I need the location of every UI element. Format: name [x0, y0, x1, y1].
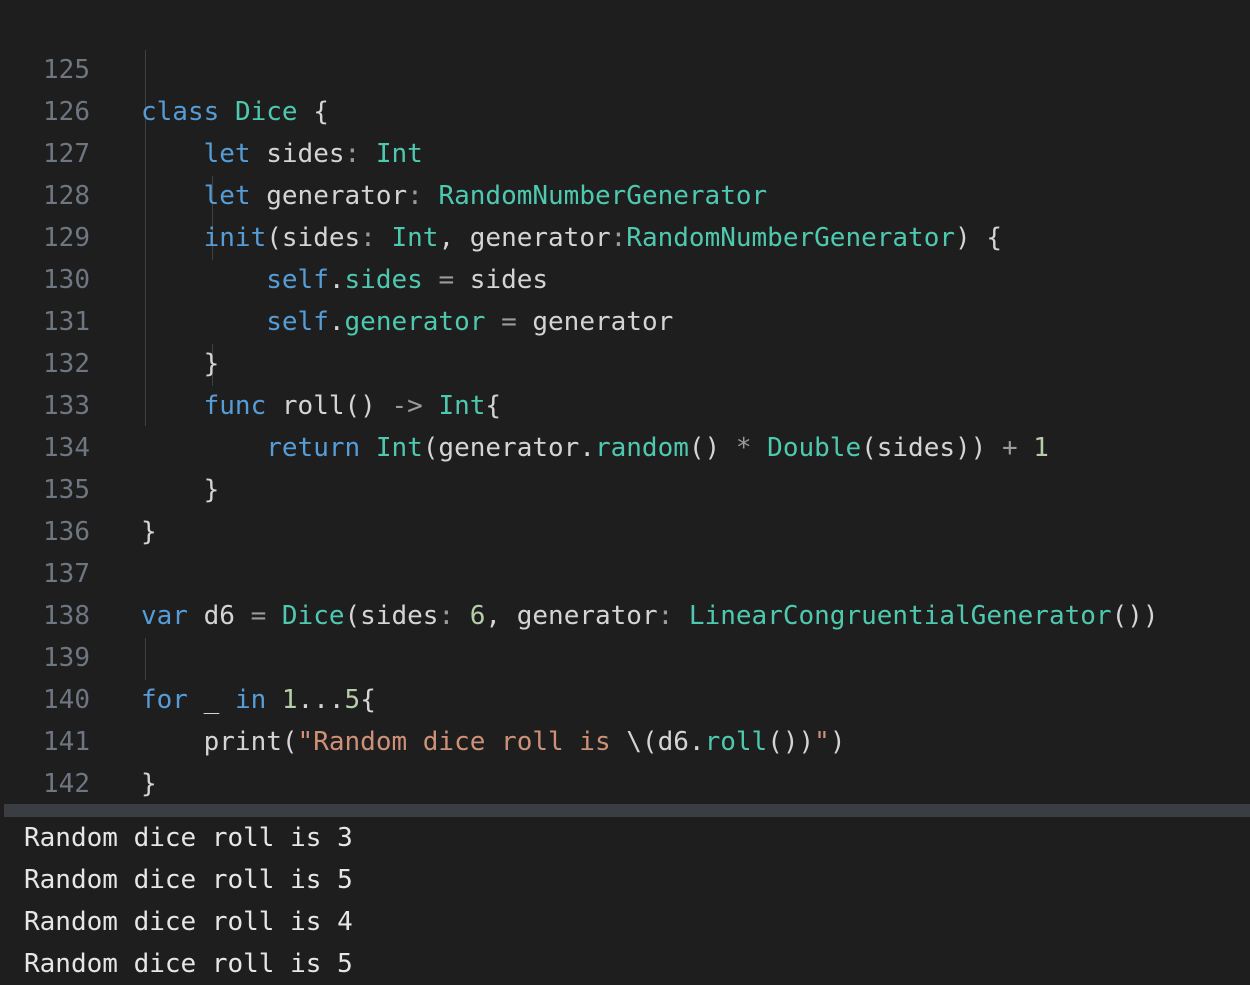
code-line: 138	[4, 553, 90, 631]
code-line: 130 self.generator = generator	[4, 217, 673, 337]
code-line: 136	[4, 469, 90, 547]
console-line: Random dice roll is 5	[24, 949, 353, 979]
code-editor[interactable]: 125 class Dice { 126 let sides: Int 127 …	[4, 0, 1250, 841]
code-line: 131 }	[4, 259, 219, 379]
code-line: 128 init(sides: Int, generator:RandomNum…	[4, 133, 1002, 253]
code-text: let sides: Int	[203, 139, 423, 169]
code-text: print("Random dice roll is \(d6.roll())"…	[141, 727, 846, 757]
code-line: 142	[4, 721, 90, 799]
code-text: self.sides = sides	[266, 265, 549, 295]
code-text: func roll() -> Int{	[203, 391, 502, 421]
code-line: 143	[4, 763, 90, 841]
code-line: 125 class Dice {	[4, 7, 329, 127]
code-line: 140 print("Random dice roll is \(d6.roll…	[4, 637, 845, 757]
code-line: 127 let generator: RandomNumberGenerator	[4, 91, 767, 211]
panel-divider[interactable]	[4, 804, 1250, 817]
code-text: }	[141, 769, 157, 799]
code-line: 141 }	[4, 679, 157, 799]
code-text: }	[141, 475, 220, 505]
code-line: 132 func roll() -> Int{	[4, 301, 501, 421]
code-line: 135 }	[4, 427, 157, 547]
code-text: return Int(generator.random() * Double(s…	[266, 433, 1049, 463]
indent-guide	[145, 638, 146, 680]
code-line: 126 let sides: Int	[4, 49, 423, 169]
console-line: Random dice roll is 3	[24, 823, 353, 853]
console-output: Random dice roll is 3 Random dice roll i…	[4, 817, 1250, 982]
code-text: class Dice {	[141, 97, 329, 127]
console-line: Random dice roll is 5	[24, 865, 353, 895]
code-text: }	[141, 349, 220, 379]
code-line: 139 for _ in 1...5{	[4, 595, 376, 715]
code-line: 137 var d6 = Dice(sides: 6, generator: L…	[4, 511, 1159, 631]
code-text: init(sides: Int, generator:RandomNumberG…	[203, 223, 1002, 253]
code-text: let generator: RandomNumberGenerator	[203, 181, 768, 211]
code-text: var d6 = Dice(sides: 6, generator: Linea…	[141, 601, 1159, 631]
code-line: 133 return Int(generator.random() * Doub…	[4, 343, 1049, 463]
code-line: 134 }	[4, 385, 219, 505]
console-line: Random dice roll is 4	[24, 907, 353, 937]
code-text: for _ in 1...5{	[141, 685, 376, 715]
code-text: self.generator = generator	[266, 307, 674, 337]
code-text: }	[141, 517, 157, 547]
code-line: 129 self.sides = sides	[4, 175, 548, 295]
